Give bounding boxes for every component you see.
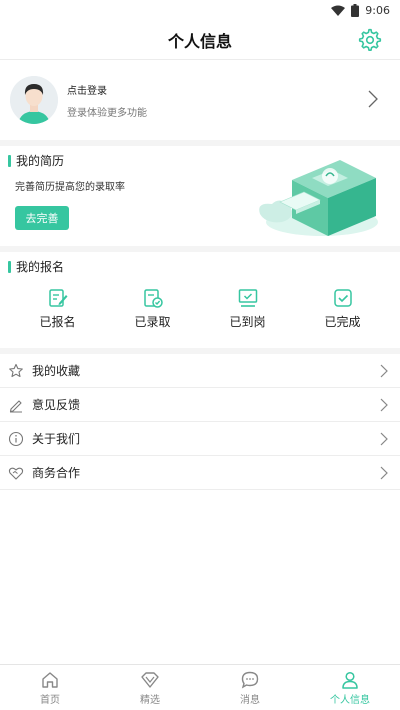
chevron-right-icon (380, 364, 388, 378)
signup-status-onboarded[interactable]: 已到岗 (213, 287, 283, 330)
approved-doc-icon (143, 289, 163, 308)
page-title: 个人信息 (167, 31, 232, 51)
info-icon (8, 431, 24, 447)
check-square-icon (333, 289, 352, 307)
pencil-icon (8, 397, 24, 413)
diamond-icon (141, 671, 159, 688)
battery-icon (351, 3, 360, 17)
avatar (10, 76, 58, 124)
chevron-right-icon (380, 432, 388, 446)
monitor-check-icon (238, 289, 257, 307)
resume-title: 我的简历 (16, 154, 65, 168)
tab-label: 个人信息 (330, 694, 370, 706)
tab-label: 精选 (140, 694, 160, 706)
menu-item-label: 关于我们 (32, 432, 81, 446)
chevron-right-icon (368, 90, 378, 108)
home-icon (42, 671, 58, 688)
signup-status-completed[interactable]: 已完成 (308, 287, 378, 330)
menu-list: 我的收藏 意见反馈 关于我们 商务合作 (0, 354, 400, 490)
signup-status-label: 已报名 (39, 315, 76, 329)
login-title: 点击登录 (67, 85, 107, 97)
resume-box-illustration (259, 160, 378, 236)
app-header: 个人信息 (0, 20, 400, 60)
edit-doc-icon (48, 289, 67, 307)
menu-item-about[interactable]: 关于我们 (0, 422, 400, 456)
signup-section-title: 我的报名 (0, 252, 400, 275)
chevron-right-icon (380, 398, 388, 412)
login-subtitle: 登录体验更多功能 (67, 107, 147, 119)
complete-resume-button[interactable]: 去完善 (15, 206, 69, 230)
menu-item-label: 商务合作 (32, 466, 81, 480)
menu-item-label: 我的收藏 (32, 364, 81, 378)
tab-profile[interactable]: 个人信息 (300, 665, 400, 710)
signup-status-admitted[interactable]: 已录取 (118, 287, 188, 330)
tab-messages[interactable]: 消息 (200, 665, 300, 710)
resume-section: 我的简历 完善简历提高您的录取率 去完善 (0, 146, 400, 246)
menu-item-business[interactable]: 商务合作 (0, 456, 400, 490)
signup-status-applied[interactable]: 已报名 (23, 287, 93, 330)
chevron-right-icon (380, 466, 388, 480)
signup-status-label: 已到岗 (229, 315, 266, 329)
profile-login-row[interactable]: 点击登录 登录体验更多功能 (0, 60, 400, 140)
star-icon (8, 363, 24, 379)
status-time: 9:06 (365, 3, 390, 17)
status-bar: 9:06 (0, 0, 400, 20)
handshake-icon (8, 465, 24, 481)
tab-home[interactable]: 首页 (0, 665, 100, 710)
menu-item-favorites[interactable]: 我的收藏 (0, 354, 400, 388)
accent-bar (8, 154, 11, 167)
tab-featured[interactable]: 精选 (100, 665, 200, 710)
wifi-icon (331, 5, 346, 16)
menu-item-label: 意见反馈 (32, 398, 81, 412)
signup-status-label: 已录取 (134, 315, 171, 329)
chat-icon (241, 671, 259, 688)
gear-icon[interactable] (358, 28, 382, 52)
menu-item-feedback[interactable]: 意见反馈 (0, 388, 400, 422)
signup-section: 我的报名 已报名 已录取 已到岗 已完成 (0, 252, 400, 348)
signup-title: 我的报名 (16, 260, 65, 274)
tab-label: 消息 (240, 694, 260, 706)
accent-bar (8, 260, 11, 273)
tab-label: 首页 (40, 694, 60, 706)
person-icon (342, 671, 358, 689)
bottom-tab-bar: 首页 精选 消息 个人信息 (0, 664, 400, 710)
signup-status-label: 已完成 (324, 315, 361, 329)
